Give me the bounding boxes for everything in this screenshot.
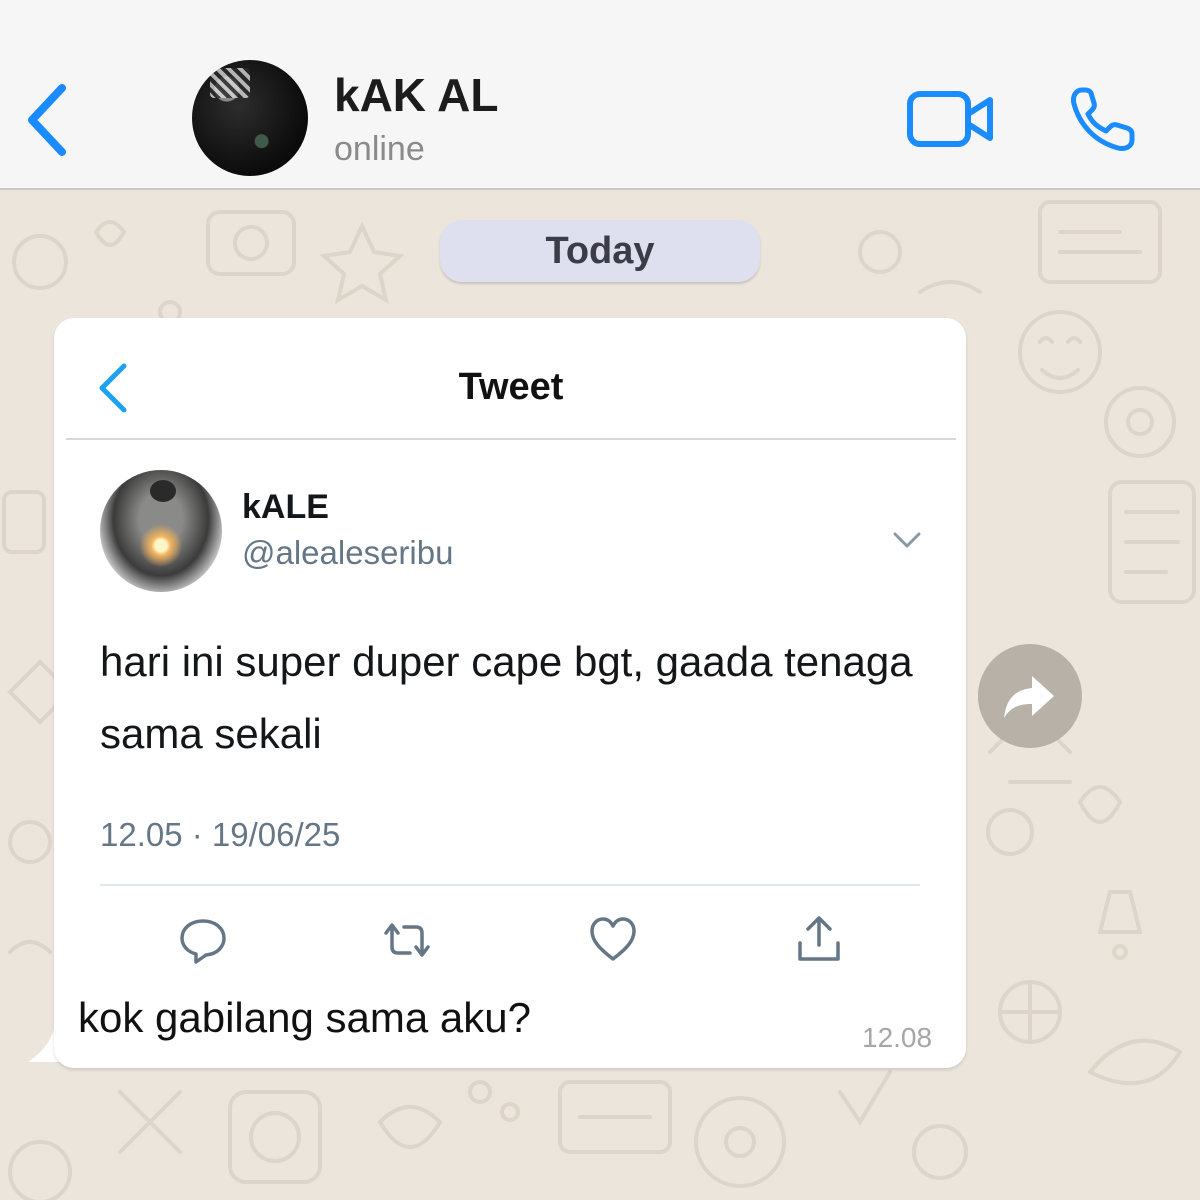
message-text: kok gabilang sama aku? <box>78 994 531 1041</box>
message-bubble[interactable]: Tweet kALE @aleale­seribu hari ini super… <box>54 318 966 1068</box>
chevron-down-icon <box>893 532 921 548</box>
chat-area[interactable]: Today Tweet kALE @aleale­seribu hari ini… <box>0 192 1200 1200</box>
video-call-button[interactable] <box>906 88 996 150</box>
share-icon <box>798 916 840 961</box>
tweet-author-handle: @aleale­seribu <box>242 534 454 571</box>
contact-name[interactable]: kAK AL <box>334 68 498 122</box>
retweet-icon <box>384 923 430 957</box>
like-icon <box>590 917 636 961</box>
tweet-screenshot[interactable]: Tweet kALE @aleale­seribu hari ini super… <box>66 330 956 985</box>
voice-call-button[interactable] <box>1068 84 1138 154</box>
chevron-left-icon <box>28 84 66 156</box>
chat-header: kAK AL online <box>0 0 1200 190</box>
contact-status: online <box>334 130 425 168</box>
divider <box>100 884 920 886</box>
message-time: 12.08 <box>862 1022 933 1053</box>
tweet-nav-title: Tweet <box>458 366 564 408</box>
back-button[interactable] <box>22 82 74 158</box>
tweet-nav-bar: Tweet <box>66 330 956 440</box>
video-camera-icon <box>907 91 993 147</box>
tweet-author-avatar <box>100 470 222 592</box>
tweet-author-name: kALE <box>242 488 329 526</box>
reply-icon <box>180 919 226 964</box>
tweet-timestamp: 12.05 · 19/06/25 <box>100 816 341 853</box>
forward-button[interactable] <box>978 644 1082 748</box>
phone-icon <box>1071 87 1135 151</box>
forward-arrow-icon <box>1004 676 1054 718</box>
date-separator: Today <box>440 220 760 282</box>
contact-avatar[interactable] <box>192 60 308 176</box>
tweet-text: hari ini super duper cape bgt, gaada ten… <box>100 638 913 757</box>
